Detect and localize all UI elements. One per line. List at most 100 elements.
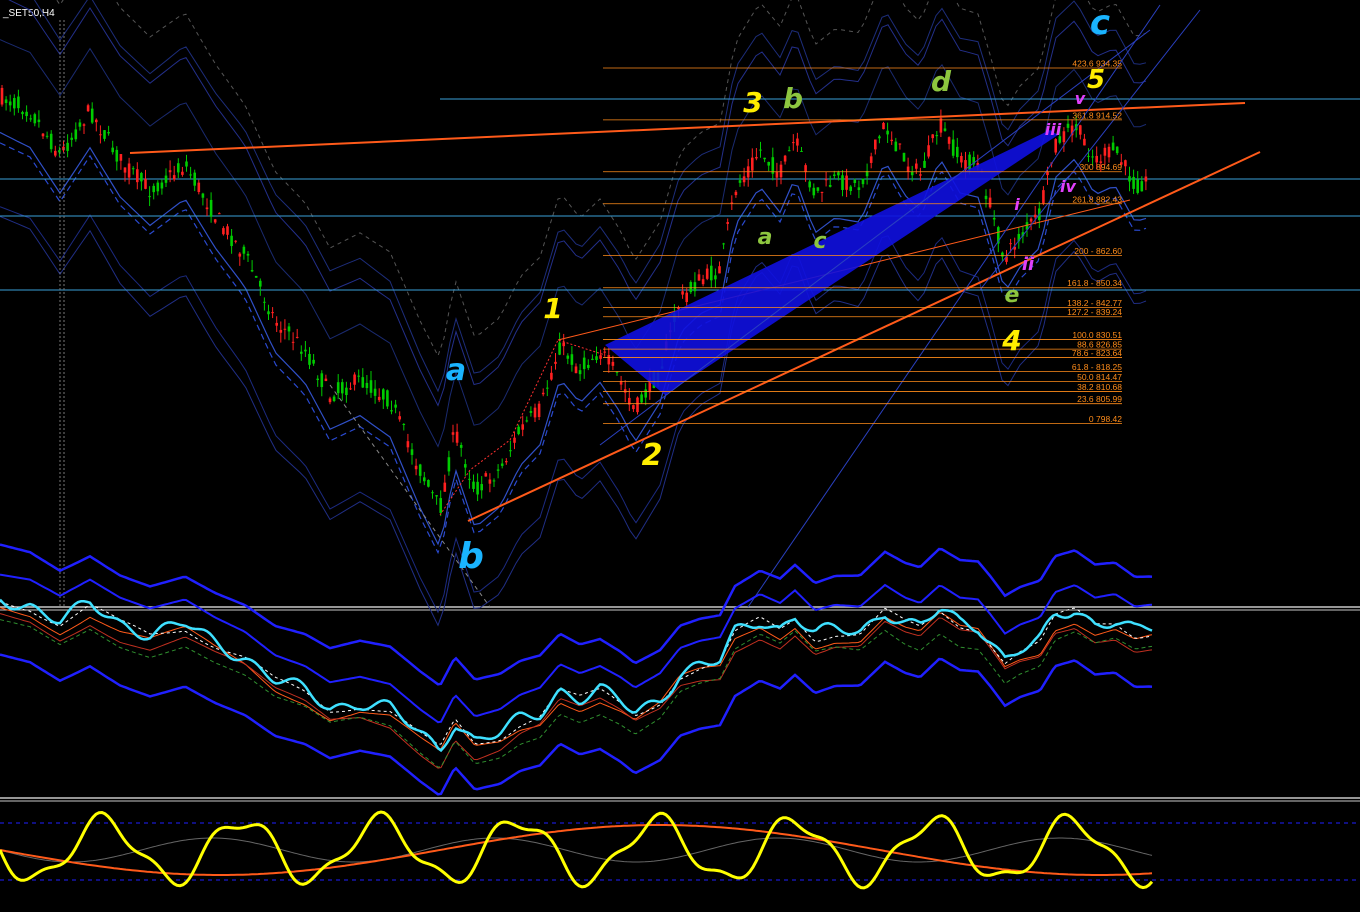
candle-body [33, 114, 37, 124]
candle-body [300, 351, 303, 354]
candle-body [1136, 179, 1139, 193]
candle-body [804, 165, 807, 173]
candle-body [578, 370, 582, 375]
candle-body [591, 358, 594, 360]
fib-label-127.2: 127.2 - 839.24 [1067, 307, 1122, 317]
wave-label-b: b [458, 536, 484, 577]
candle-body [570, 354, 574, 365]
wave-label-b: b [783, 82, 803, 115]
candle-body [373, 388, 377, 396]
candle-body [906, 166, 910, 172]
candle-body [521, 424, 524, 430]
candle-body [189, 174, 192, 176]
candle-body [423, 477, 426, 482]
candle-body [554, 361, 557, 364]
candle-body [25, 111, 28, 117]
wave-label-i: i [1014, 195, 1020, 214]
candle-body [472, 481, 475, 489]
candle-body [1091, 156, 1094, 158]
candle-body [582, 357, 586, 370]
candle-body [455, 431, 459, 443]
candle-body [710, 265, 713, 281]
candle-body [144, 178, 147, 189]
candle-body [1066, 123, 1070, 128]
fib-label-78.6: 78.6 - 823.64 [1072, 348, 1122, 358]
candle-body [279, 329, 283, 333]
candle-body [95, 119, 98, 123]
candle-body [230, 235, 233, 247]
candle-body [882, 122, 885, 130]
candle-body [386, 390, 389, 407]
candle-body [878, 136, 881, 139]
candle-body [86, 105, 90, 112]
candle-body [476, 481, 479, 495]
candle-body [923, 160, 926, 168]
candle-body [177, 163, 180, 173]
candle-body [119, 154, 123, 161]
candle-body [234, 240, 237, 242]
candle-body [632, 405, 635, 410]
candle-body [414, 465, 418, 470]
candle-body [152, 185, 155, 193]
candle-body [447, 457, 451, 472]
candle-body [796, 138, 799, 146]
candle-body [820, 191, 824, 193]
wave-label-1: 1 [543, 292, 562, 325]
candle-body [341, 382, 344, 394]
candle-body [394, 404, 397, 408]
candle-body [845, 175, 848, 190]
candle-body [263, 301, 266, 303]
candle-body [451, 432, 455, 435]
candle-body [902, 152, 906, 162]
candle-body [287, 326, 291, 332]
wave-label-c: c [1090, 3, 1110, 43]
candle-body [587, 364, 590, 368]
candle-body [693, 282, 697, 292]
candle-body [931, 134, 934, 139]
candle-body [21, 112, 24, 115]
candle-body [546, 387, 549, 389]
candle-body [681, 291, 684, 295]
candle-body [418, 464, 422, 476]
candle-body [824, 179, 828, 181]
candle-body [74, 129, 78, 140]
candle-body [254, 275, 258, 278]
candle-body [218, 213, 221, 215]
candle-body [1128, 176, 1131, 182]
candle-body [800, 150, 803, 152]
chart-canvas[interactable]: _SET50,H4 423.6 934.35361.8 914.52300 89… [0, 0, 1360, 912]
candle-body [267, 311, 270, 315]
candle-body [574, 366, 578, 374]
candle-body [611, 361, 615, 366]
candle-body [49, 133, 53, 150]
candle-body [349, 388, 352, 390]
candle-body [751, 157, 754, 171]
candle-body [468, 478, 471, 480]
candle-body [939, 118, 943, 133]
candle-body [185, 161, 188, 167]
candle-body [140, 172, 143, 182]
candle-body [1062, 131, 1066, 143]
candle-body [558, 342, 561, 355]
fib-label-300: 300 894.69 [1079, 162, 1122, 172]
wave-label-a: a [758, 225, 773, 250]
candle-body [599, 355, 602, 359]
candle-body [427, 479, 430, 487]
wave-label-ii: ii [1022, 254, 1035, 275]
candle-body [718, 266, 721, 274]
candle-body [1033, 214, 1037, 218]
wave-label-e: e [1005, 283, 1020, 308]
candle-body [164, 175, 168, 183]
candle-body [291, 341, 295, 343]
candle-body [722, 243, 725, 245]
candle-body [644, 389, 647, 398]
candle-body [382, 389, 385, 400]
candle-body [857, 187, 861, 191]
candle-body [779, 164, 783, 178]
candle-body [8, 101, 12, 106]
candle-body [131, 168, 135, 170]
candle-body [525, 420, 529, 422]
candle-body [861, 178, 865, 185]
candle-body [874, 139, 877, 150]
candle-body [156, 182, 160, 192]
